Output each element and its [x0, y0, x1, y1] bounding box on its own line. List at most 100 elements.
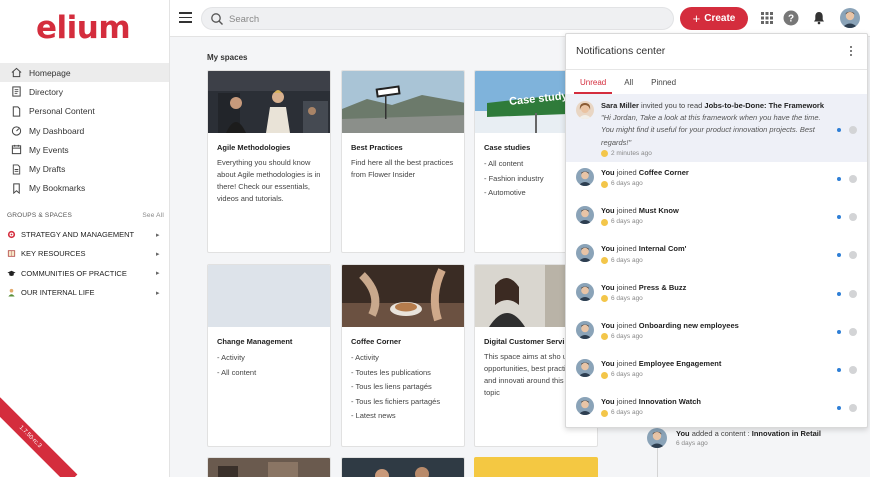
chevron-right-icon[interactable]: ▸ — [156, 269, 169, 277]
space-card-row3-3[interactable] — [474, 457, 598, 477]
card-link[interactable]: - Activity — [217, 351, 321, 366]
clock-icon — [601, 333, 608, 341]
group-item-key-resources[interactable]: KEY RESOURCES ▸ — [0, 244, 169, 263]
avatar — [576, 282, 594, 301]
chevron-right-icon[interactable]: ▸ — [156, 289, 169, 297]
clock-icon — [601, 257, 608, 265]
space-card-coffee-corner[interactable]: Coffee Corner - Activity - Toutes les pu… — [341, 264, 465, 447]
card-link[interactable]: - Latest news — [351, 409, 455, 424]
unread-dot-icon[interactable] — [837, 177, 841, 181]
tab-all[interactable]: All — [618, 74, 639, 94]
groups-header: GROUPS & SPACES See All — [7, 212, 164, 219]
notification-item[interactable]: You joined Onboarding new employees 6 da… — [566, 315, 867, 353]
tab-pinned[interactable]: Pinned — [645, 74, 682, 94]
avatar — [576, 358, 594, 377]
clock-icon — [601, 150, 608, 158]
notification-time: 6 days ago — [601, 370, 833, 380]
notification-item[interactable]: You joined Coffee Corner 6 days ago — [566, 162, 867, 200]
card-link[interactable]: - Activity — [351, 351, 455, 366]
help-icon[interactable]: ? — [783, 10, 799, 26]
user-avatar[interactable] — [840, 8, 860, 28]
search-input[interactable] — [229, 11, 649, 27]
notification-time: 6 days ago — [601, 294, 833, 304]
card-title: Change Management — [217, 337, 293, 346]
elium-logo[interactable]: elium — [36, 10, 131, 46]
sidebar-item-label: My Events — [29, 144, 69, 155]
clock-icon — [601, 218, 608, 226]
space-card-agile[interactable]: Agile Methodologies Everything you shoul… — [207, 70, 331, 253]
space-card-row3-1[interactable] — [207, 457, 331, 477]
avatar — [576, 206, 594, 225]
directory-icon — [10, 86, 22, 98]
sidebar-item-directory[interactable]: Directory — [0, 82, 169, 101]
avatar — [576, 320, 594, 339]
notification-item[interactable]: You joined Must Know 6 days ago — [566, 200, 867, 238]
space-card-best-practices[interactable]: Best Practices Find here all the best pr… — [341, 70, 465, 253]
space-card-change-management[interactable]: Change Management - Activity - All conte… — [207, 264, 331, 447]
groups-title: GROUPS & SPACES — [7, 212, 73, 219]
sidebar-item-personal-content[interactable]: Personal Content — [0, 102, 169, 121]
notifications-list: Sara Miller invited you to read Jobs-to-… — [566, 94, 867, 427]
notification-item[interactable]: You joined Employee Engagement 6 days ag… — [566, 353, 867, 391]
sidebar-item-my-drafts[interactable]: My Drafts — [0, 159, 169, 178]
mark-read-icon[interactable] — [849, 327, 857, 336]
avatar — [576, 168, 594, 186]
chevron-right-icon[interactable]: ▸ — [156, 250, 169, 258]
card-image — [208, 71, 330, 133]
graduation-cap-icon — [7, 269, 16, 278]
notification-text: You joined Employee Engagement — [601, 358, 722, 368]
bookmark-icon — [10, 182, 22, 194]
my-spaces-title: My spaces — [207, 53, 248, 62]
more-options-icon[interactable] — [848, 44, 854, 58]
create-button[interactable]: + Create — [680, 7, 748, 30]
chevron-right-icon[interactable]: ▸ — [156, 231, 169, 239]
notification-text: You joined Onboarding new employees — [601, 320, 739, 330]
notification-text: You joined Internal Com' — [601, 244, 687, 254]
apps-grid-icon[interactable] — [759, 10, 775, 26]
group-item-internal-life[interactable]: OUR INTERNAL LIFE ▸ — [0, 283, 169, 302]
unread-dot-icon[interactable] — [837, 367, 841, 372]
notification-item[interactable]: You joined Internal Com' 6 days ago — [566, 238, 867, 276]
clock-icon — [601, 180, 608, 188]
group-item-communities[interactable]: COMMUNITIES OF PRACTICE ▸ — [0, 264, 169, 283]
card-link[interactable]: - Tous les fichiers partagés — [351, 395, 455, 410]
unread-dot-icon[interactable] — [837, 329, 841, 334]
see-all-link[interactable]: See All — [142, 212, 164, 219]
book-icon — [7, 249, 16, 258]
search-icon — [211, 13, 223, 25]
sidebar-item-my-dashboard[interactable]: My Dashboard — [0, 121, 169, 140]
sidebar-item-homepage[interactable]: Homepage — [0, 63, 169, 83]
tab-unread[interactable]: Unread — [574, 74, 613, 94]
notification-item[interactable]: Sara Miller invited you to read Jobs-to-… — [566, 94, 867, 162]
search-bar[interactable] — [201, 7, 674, 30]
group-item-strategy[interactable]: STRATEGY AND MANAGEMENT ▸ — [0, 225, 169, 244]
mark-read-icon[interactable] — [849, 365, 857, 374]
sidebar-item-my-bookmarks[interactable]: My Bookmarks — [0, 179, 169, 198]
group-label: OUR INTERNAL LIFE — [21, 288, 95, 298]
card-link[interactable]: - Toutes les publications — [351, 366, 455, 381]
space-card-row3-2[interactable] — [341, 457, 465, 477]
group-label: KEY RESOURCES — [21, 249, 86, 259]
unread-dot-icon[interactable] — [837, 291, 841, 296]
calendar-icon — [10, 144, 22, 156]
card-links: - Activity - All content — [217, 351, 321, 380]
mark-read-icon[interactable] — [849, 126, 857, 134]
sidebar-item-my-events[interactable]: My Events — [0, 140, 169, 159]
notifications-title: Notifications center — [576, 45, 666, 57]
mark-read-icon[interactable] — [849, 289, 857, 298]
notification-time: 6 days ago — [601, 217, 833, 227]
notification-item[interactable]: You joined Press & Buzz 6 days ago — [566, 277, 867, 315]
menu-icon[interactable] — [179, 12, 192, 23]
activity-text: You added a content : Innovation in Reta… — [676, 429, 821, 438]
card-image — [208, 458, 330, 477]
activity-item[interactable]: You added a content : Innovation in Reta… — [647, 428, 870, 448]
card-link[interactable]: - Tous les liens partagés — [351, 380, 455, 395]
notification-text: You joined Coffee Corner — [601, 168, 689, 177]
unread-dot-icon[interactable] — [837, 128, 841, 132]
group-label: STRATEGY AND MANAGEMENT — [21, 230, 135, 240]
notification-item[interactable]: You joined Innovation Watch 6 days ago — [566, 391, 867, 427]
card-title: Best Practices — [351, 143, 403, 152]
mark-read-icon[interactable] — [849, 175, 857, 183]
card-link[interactable]: - All content — [217, 366, 321, 381]
bell-icon[interactable] — [811, 10, 827, 26]
